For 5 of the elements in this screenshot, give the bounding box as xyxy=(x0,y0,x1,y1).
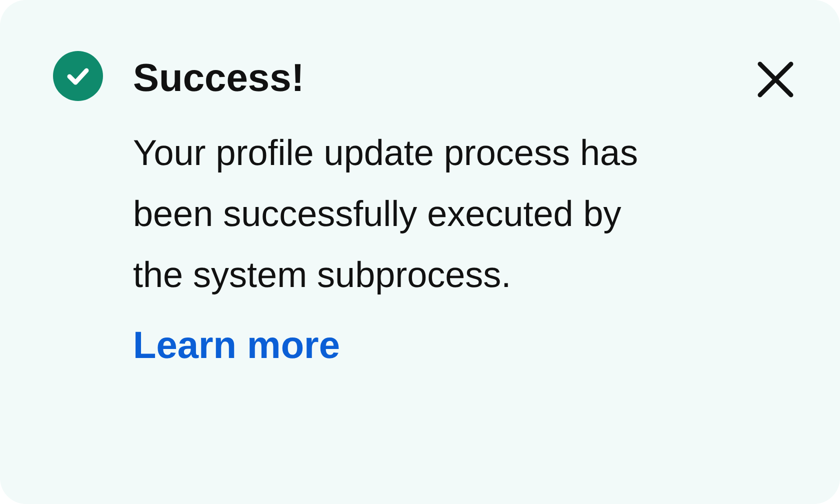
checkmark-icon xyxy=(53,51,103,101)
learn-more-link[interactable]: Learn more xyxy=(133,325,340,368)
close-button[interactable] xyxy=(757,61,794,98)
alert-message: Your profile update process has been successfully executed by the system subprocess. xyxy=(133,131,640,297)
alert-title: Success! xyxy=(133,56,306,102)
